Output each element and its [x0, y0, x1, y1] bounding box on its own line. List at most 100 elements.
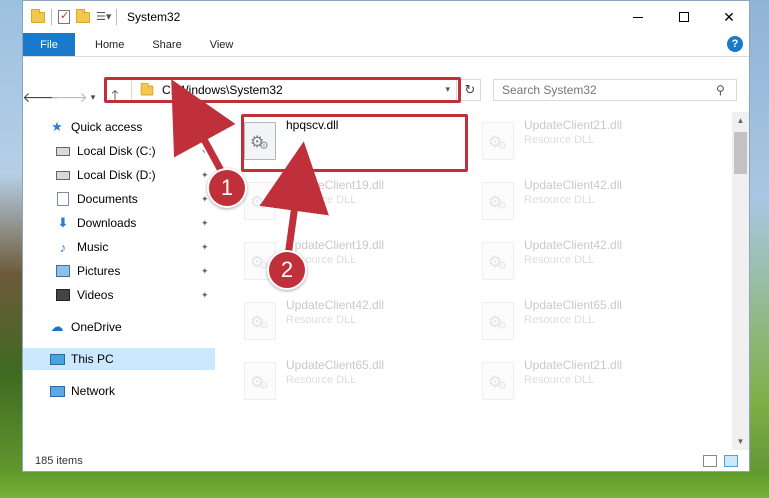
search-input[interactable] [502, 83, 712, 97]
toolbar-divider [51, 9, 52, 25]
close-button[interactable]: ✕ [706, 1, 752, 33]
tiles-view-button[interactable] [724, 455, 738, 467]
desktop-background-left [0, 0, 22, 498]
file-tile[interactable]: UpdateClient21.dll Resource DLL [482, 356, 712, 410]
folder-icon [140, 82, 154, 95]
file-list: hpqscv.dll UpdateClient21.dll Resource D… [232, 112, 742, 440]
address-bar[interactable]: C:\Windows\System32 ▾ [131, 79, 457, 101]
nav-item-music[interactable]: ♪ Music ✦ [23, 236, 215, 258]
nav-item-label: Local Disk (C:) [77, 144, 156, 158]
disk-icon [55, 167, 71, 183]
new-folder-icon[interactable] [76, 8, 90, 23]
nav-item-quick-access[interactable]: ★ Quick access [23, 116, 215, 138]
file-tile-hpqscv[interactable]: hpqscv.dll [244, 116, 474, 170]
window-title: System32 [127, 10, 181, 24]
scroll-thumb[interactable] [734, 132, 747, 174]
minimize-button[interactable] [615, 1, 661, 33]
close-icon: ✕ [723, 8, 735, 25]
pin-icon: ✦ [201, 241, 209, 252]
file-tile[interactable]: UpdateClient19.dll Resource DLL [244, 176, 474, 230]
dll-file-icon [482, 302, 514, 340]
file-name: UpdateClient19.dll [286, 178, 385, 192]
nav-item-network[interactable]: Network [23, 380, 215, 402]
properties-icon[interactable] [58, 9, 70, 24]
nav-item-downloads[interactable]: ⬇ Downloads ✦ [23, 212, 215, 234]
file-name: UpdateClient42.dll [524, 178, 623, 192]
file-tile[interactable]: UpdateClient42.dll Resource DLL [244, 296, 474, 350]
nav-item-local-disk-c[interactable]: Local Disk (C:) ✦ [23, 140, 215, 162]
forward-button[interactable]: 🡒 [50, 89, 88, 105]
pin-icon: ✦ [201, 289, 209, 300]
file-name: hpqscv.dll [286, 118, 339, 132]
nav-item-label: Network [71, 384, 116, 398]
file-tile[interactable]: UpdateClient42.dll Resource DLL [482, 236, 712, 290]
videos-icon [55, 287, 71, 303]
nav-item-onedrive[interactable]: ☁ OneDrive [23, 316, 215, 338]
recent-locations-button[interactable]: ▾ [85, 89, 101, 105]
up-button[interactable]: 🡑 [107, 87, 123, 105]
scroll-down-icon[interactable]: ▼ [732, 433, 749, 450]
file-name: UpdateClient21.dll [524, 118, 623, 132]
nav-item-documents[interactable]: Documents ✦ [23, 188, 215, 210]
dll-file-icon [482, 182, 514, 220]
nav-item-label: Quick access [71, 120, 143, 134]
disk-icon [55, 143, 71, 159]
file-type: Resource DLL [524, 254, 595, 266]
nav-item-label: OneDrive [71, 320, 122, 334]
callout-badge-1: 1 [207, 168, 247, 208]
nav-item-label: Documents [77, 192, 138, 206]
navigation-pane: ★ Quick access Local Disk (C:) ✦ Local D… [23, 112, 215, 440]
music-icon: ♪ [59, 239, 67, 255]
tab-file[interactable]: File [23, 33, 75, 56]
file-type: Resource DLL [524, 314, 595, 326]
desktop-background-bottom [0, 472, 769, 498]
address-path: C:\Windows\System32 [162, 83, 283, 97]
file-name: UpdateClient65.dll [524, 298, 623, 312]
tab-home[interactable]: Home [75, 33, 138, 56]
pin-icon: ✦ [201, 169, 209, 180]
item-count: 185 items [35, 454, 83, 467]
file-type: Resource DLL [286, 314, 357, 326]
minimize-icon [633, 16, 643, 18]
dll-file-icon [482, 122, 514, 160]
dll-file-icon [244, 122, 276, 160]
status-bar: 185 items [23, 450, 749, 471]
file-tile[interactable]: UpdateClient65.dll Resource DLL [244, 356, 474, 410]
title-bar: ☰▾ System32 ✕ [23, 1, 749, 33]
nav-item-label: Pictures [77, 264, 121, 278]
details-view-button[interactable] [703, 455, 717, 467]
file-type: Resource DLL [286, 194, 357, 206]
scroll-up-icon[interactable]: ▲ [732, 112, 749, 129]
file-tile[interactable]: UpdateClient21.dll Resource DLL [482, 116, 712, 170]
address-dropdown-icon[interactable]: ▾ [445, 84, 450, 95]
file-type: Resource DLL [524, 374, 595, 386]
file-name: UpdateClient21.dll [524, 358, 623, 372]
maximize-icon [679, 12, 689, 22]
file-type: Resource DLL [286, 374, 357, 386]
folder-icon [31, 8, 45, 23]
maximize-button[interactable] [661, 1, 707, 33]
file-tile[interactable]: UpdateClient42.dll Resource DLL [482, 176, 712, 230]
pin-icon: ✦ [201, 265, 209, 276]
dll-file-icon [482, 242, 514, 280]
customize-toolbar-icon[interactable]: ☰▾ [96, 10, 111, 24]
search-icon[interactable]: ⚲ [716, 83, 730, 97]
nav-item-local-disk-d[interactable]: Local Disk (D:) ✦ [23, 164, 215, 186]
file-name: UpdateClient19.dll [286, 238, 385, 252]
pictures-icon [55, 263, 71, 279]
dll-file-icon [244, 362, 276, 400]
nav-item-this-pc[interactable]: This PC [23, 348, 215, 370]
nav-item-label: Local Disk (D:) [77, 168, 156, 182]
file-tile[interactable]: UpdateClient65.dll Resource DLL [482, 296, 712, 350]
tab-view[interactable]: View [196, 33, 248, 56]
nav-item-pictures[interactable]: Pictures ✦ [23, 260, 215, 282]
file-name: UpdateClient42.dll [286, 298, 385, 312]
help-icon[interactable]: ? [727, 36, 743, 52]
search-box[interactable]: ⚲ [493, 79, 737, 101]
refresh-button[interactable]: ↻ [459, 79, 481, 101]
nav-item-videos[interactable]: Videos ✦ [23, 284, 215, 306]
vertical-scrollbar[interactable]: ▲ ▼ [732, 112, 749, 450]
dll-file-icon [244, 302, 276, 340]
tab-share[interactable]: Share [138, 33, 195, 56]
back-button[interactable]: 🡐 [22, 89, 60, 105]
